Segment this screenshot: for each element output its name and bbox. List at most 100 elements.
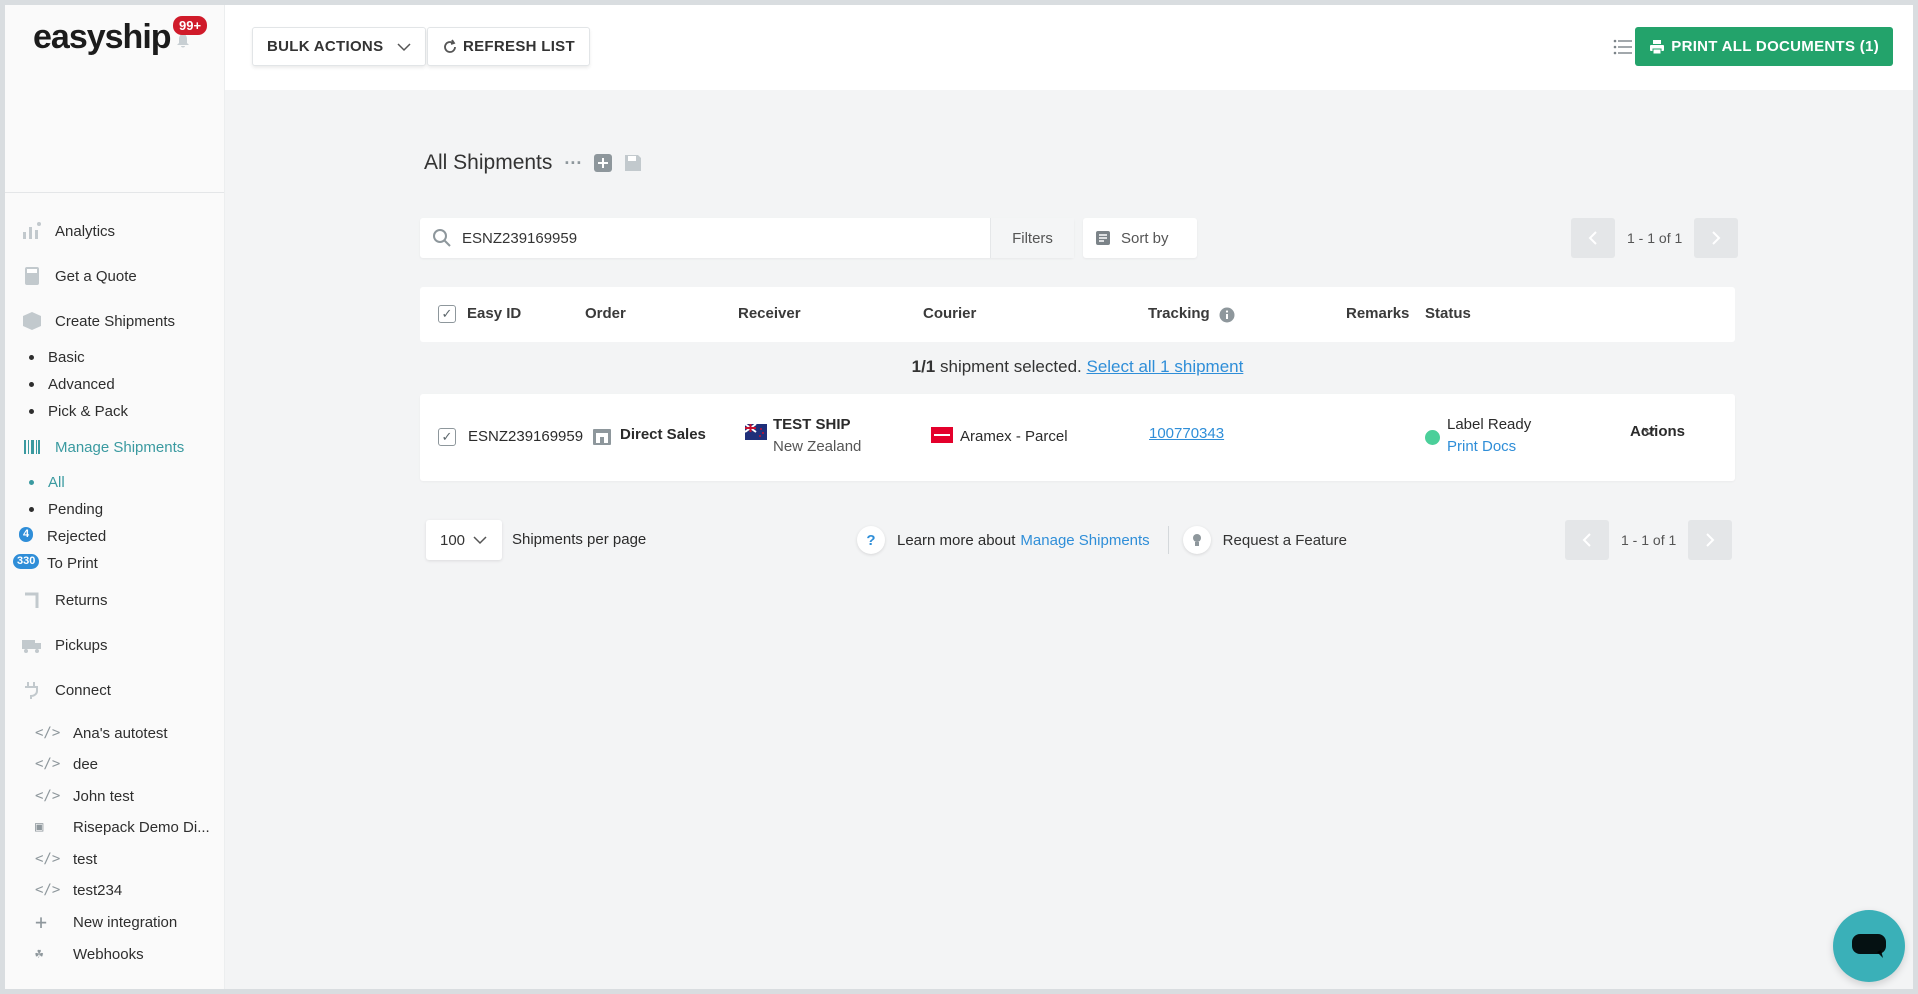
integration-label: dee [73,755,99,773]
search-input[interactable] [452,218,990,258]
nav-analytics[interactable]: Analytics [21,219,115,243]
sort-by-button[interactable]: Sort by [1083,218,1197,258]
integration-item[interactable]: </> Ana's autotest [35,722,168,744]
header-courier[interactable]: Courier [923,305,976,322]
nav-create-shipments[interactable]: Create Shipments [21,309,175,333]
integration-label: test [73,850,98,868]
code-icon: </> [35,851,61,867]
bag-icon: ▣ [35,819,44,835]
app-frame: easyship 99+ Analytics Get a Quote Creat… [5,5,1913,989]
sub-item-rejected[interactable]: Rejected [47,526,106,546]
chat-icon [1852,934,1886,958]
next-page-button[interactable] [1688,520,1733,560]
sub-item-pending[interactable]: Pending [29,499,103,519]
footer-divider [1167,526,1169,554]
nav-returns[interactable]: Returns [21,588,108,612]
add-view-icon[interactable] [594,154,613,172]
learn-more-link[interactable]: Manage Shipments [1020,532,1149,549]
next-page-button[interactable] [1694,218,1739,258]
select-all-checkbox[interactable]: ✓ [438,305,456,323]
box-icon [23,312,41,330]
integration-label: test234 [73,881,123,899]
status-dot [1425,430,1440,445]
sidebar: easyship 99+ Analytics Get a Quote Creat… [5,5,225,989]
print-all-label: PRINT ALL DOCUMENTS (1) [1671,38,1879,55]
header-easy-id[interactable]: Easy ID [467,305,521,322]
integration-item[interactable]: </> John test [35,785,134,807]
per-page-value: 100 [440,531,466,549]
selection-text: shipment selected. [940,357,1082,376]
bell-icon[interactable] [175,33,191,49]
code-icon: </> [35,882,61,898]
info-icon[interactable] [1219,307,1235,323]
nav-get-quote[interactable]: Get a Quote [21,264,137,288]
sub-item-all[interactable]: All [29,472,65,492]
per-page-select[interactable]: 100 [426,520,502,560]
nav-analytics-label: Analytics [55,222,116,240]
header-order[interactable]: Order [585,305,626,322]
save-view-icon[interactable] [624,154,642,172]
integration-item[interactable]: </> test [35,848,97,870]
integration-item[interactable]: ▣ Risepack Demo Di... [35,816,210,838]
search-icon [433,229,451,247]
row-status: Label Ready [1447,416,1532,433]
header-status[interactable]: Status [1425,305,1471,322]
request-feature-link[interactable]: Request a Feature [1223,532,1347,549]
feature-request-icon [1182,526,1211,554]
nav-pickups[interactable]: Pickups [21,633,108,657]
easyship-logo[interactable]: easyship [33,18,172,57]
more-options-icon[interactable]: ··· [564,153,582,174]
sub-item-advanced-label: Advanced [48,375,115,393]
sub-item-advanced[interactable]: Advanced [29,374,115,394]
nav-connect-label: Connect [55,681,111,699]
table-header: ✓ Easy ID Order Receiver Courier Trackin… [420,287,1735,342]
sub-item-basic[interactable]: Basic [29,347,85,367]
prev-page-button[interactable] [1571,218,1615,258]
new-integration-item[interactable]: + New integration [35,910,178,934]
table-footer: 100 Shipments per page ? Learn more abou… [420,520,1735,560]
selection-summary: 1/1 shipment selected. Select all 1 ship… [420,357,1735,377]
row-tracking-link[interactable]: 100770343 [1149,425,1224,442]
integration-item[interactable]: </> test234 [35,879,122,901]
list-view-icon[interactable] [1613,39,1633,55]
plus-icon: + [35,910,48,934]
row-order: Direct Sales [620,426,706,443]
bullet-icon [29,381,34,387]
rejected-count-badge: 4 [19,527,34,542]
new-integration-label: New integration [73,913,178,931]
bulk-actions-button[interactable]: BULK ACTIONS [252,27,427,66]
chat-button[interactable] [1833,910,1905,982]
table-row[interactable]: ✓ ESNZ239169959 Direct Sales TEST SHIP N… [420,394,1735,481]
header-tracking[interactable]: Tracking [1148,305,1210,322]
row-actions-label: Actions [1630,422,1686,440]
refresh-list-button[interactable]: REFRESH LIST [427,27,590,66]
print-docs-link[interactable]: Print Docs [1447,438,1516,455]
row-courier: Aramex - Parcel [960,428,1068,445]
new-zealand-flag-icon [745,424,767,440]
learn-more-text: Learn more about [897,531,1016,549]
sub-item-pick-pack[interactable]: Pick & Pack [29,401,128,421]
row-checkbox[interactable]: ✓ [438,428,456,446]
row-actions-dropdown[interactable]: Actions [1630,423,1685,440]
header-receiver[interactable]: Receiver [738,305,801,322]
row-easy-id[interactable]: ESNZ239169959 [468,428,583,445]
webhooks-label: Webhooks [73,945,144,963]
integration-item[interactable]: </> dee [35,753,98,775]
select-all-link[interactable]: Select all 1 shipment [1086,357,1243,376]
chevron-right-icon [1706,533,1715,547]
nav-manage-label: Manage Shipments [55,438,185,456]
notification-badge[interactable]: 99+ [173,16,208,35]
filters-button[interactable]: Filters [990,218,1074,258]
nav-connect[interactable]: Connect [21,678,111,702]
header-remarks[interactable]: Remarks [1346,305,1409,322]
chevron-right-icon [1712,231,1721,245]
integration-label: Ana's autotest [73,724,168,742]
top-pagination: 1 - 1 of 1 [1571,218,1739,258]
print-all-documents-button[interactable]: PRINT ALL DOCUMENTS (1) [1635,27,1893,66]
webhooks-item[interactable]: ☘ Webhooks [35,943,144,965]
nav-manage-shipments[interactable]: Manage Shipments [21,435,184,459]
prev-page-button[interactable] [1565,520,1609,560]
per-page-label: Shipments per page [512,531,647,548]
sub-item-to-print[interactable]: To Print [47,553,98,573]
refresh-icon [444,39,456,53]
